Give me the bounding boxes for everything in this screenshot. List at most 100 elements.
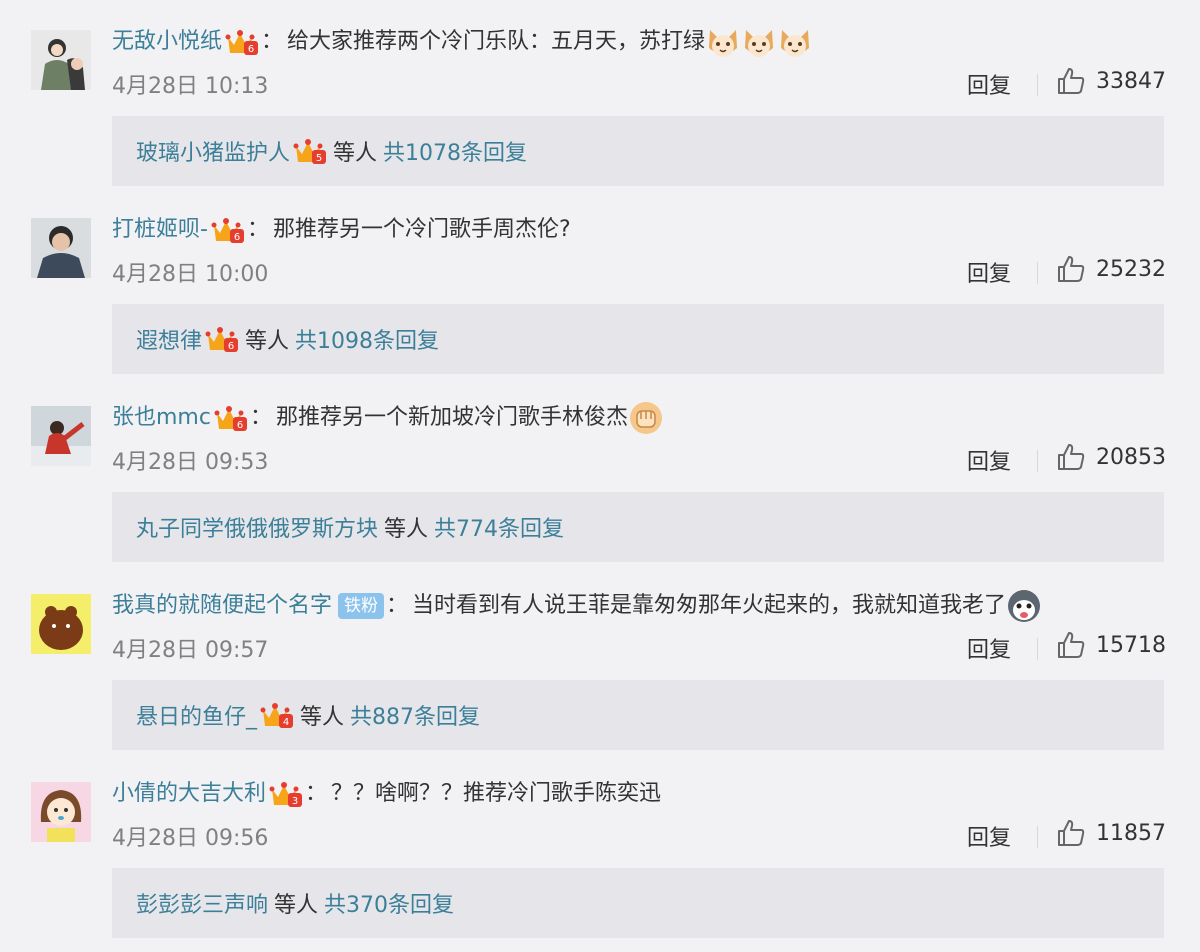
replies-summary[interactable]: 彭彭彭三声响 等人 共370条回复 xyxy=(112,868,1164,938)
divider xyxy=(1037,74,1038,96)
svg-text:6: 6 xyxy=(237,420,243,431)
avatar[interactable] xyxy=(31,406,91,466)
divider xyxy=(1037,638,1038,660)
avatar[interactable] xyxy=(31,782,91,842)
comment-item: 张也mmc 6 ： 那推荐另一个新加坡冷门歌手林俊杰 4月28日 09:53 回… xyxy=(0,376,1200,564)
vip-crown-icon: 5 xyxy=(293,136,327,166)
like-button[interactable]: 25232 xyxy=(1056,254,1166,284)
timestamp: 4月28日 09:57 xyxy=(112,638,269,663)
comment-text: 那推荐另一个新加坡冷门歌手林俊杰 xyxy=(275,405,628,430)
fan-badge: 铁粉 xyxy=(338,593,385,619)
avatar[interactable] xyxy=(31,594,91,654)
reply-button[interactable]: 回复 xyxy=(967,68,1011,100)
timestamp: 4月28日 10:00 xyxy=(112,262,269,287)
vip-crown-icon: 6 xyxy=(205,324,239,354)
username-link[interactable]: 张也mmc xyxy=(112,400,211,436)
reply-button[interactable]: 回复 xyxy=(967,632,1011,664)
reply-button[interactable]: 回复 xyxy=(967,444,1011,476)
others-label: 等人 xyxy=(300,705,345,730)
reply-username-link[interactable]: 丸子同学俄俄俄罗斯方块 xyxy=(136,511,378,543)
comment-text: 给大家推荐两个冷门乐队：五月天，苏打绿 xyxy=(287,29,706,54)
thumbs-up-icon xyxy=(1056,254,1086,284)
timestamp: 4月28日 10:13 xyxy=(112,74,269,99)
svg-text:3: 3 xyxy=(292,796,298,807)
vip-crown-icon: 3 xyxy=(269,779,303,809)
like-count: 20853 xyxy=(1096,444,1166,470)
husky-emoji-icon xyxy=(1006,588,1042,624)
svg-text:6: 6 xyxy=(228,341,234,352)
comment-text: 当时看到有人说王菲是靠匆匆那年火起来的，我就知道我老了 xyxy=(412,593,1007,618)
colon: ： xyxy=(261,29,284,54)
comment-line: 张也mmc 6 ： 那推荐另一个新加坡冷门歌手林俊杰 xyxy=(112,400,664,436)
others-label: 等人 xyxy=(274,893,319,918)
timestamp: 4月28日 09:53 xyxy=(112,450,269,475)
others-label: 等人 xyxy=(245,329,290,354)
comment-text: 那推荐另一个冷门歌手周杰伦? xyxy=(272,217,571,242)
comment-line: 小倩的大吉大利 3 ： ？？啥啊？？推荐冷门歌手陈奕迅 xyxy=(112,776,661,812)
comment-item: 小倩的大吉大利 3 ： ？？啥啊？？推荐冷门歌手陈奕迅 4月28日 09:56 … xyxy=(0,752,1200,940)
reply-username-link[interactable]: 彭彭彭三声响 xyxy=(136,887,268,919)
colon: ： xyxy=(386,593,409,618)
reply-count-link[interactable]: 共1078条回复 xyxy=(383,135,527,167)
thumbs-up-icon xyxy=(1056,630,1086,660)
vip-crown-icon: 6 xyxy=(214,403,248,433)
reply-username-link[interactable]: 玻璃小猪监护人 xyxy=(136,135,290,167)
like-button[interactable]: 33847 xyxy=(1056,66,1166,96)
username-link[interactable]: 无敌小悦纸 xyxy=(112,24,222,60)
thumbs-up-icon xyxy=(1056,66,1086,96)
others-label: 等人 xyxy=(333,141,378,166)
avatar[interactable] xyxy=(31,218,91,278)
comment-item: 我真的就随便起个名字 铁粉 ： 当时看到有人说王菲是靠匆匆那年火起来的，我就知道… xyxy=(0,564,1200,752)
replies-summary[interactable]: 丸子同学俄俄俄罗斯方块 等人 共774条回复 xyxy=(112,492,1164,562)
cat-emoji-icon xyxy=(777,24,813,60)
thumbs-up-icon xyxy=(1056,442,1086,472)
reply-username-link[interactable]: 遐想律 xyxy=(136,323,202,355)
like-count: 15718 xyxy=(1096,632,1166,658)
like-count: 33847 xyxy=(1096,68,1166,94)
like-button[interactable]: 15718 xyxy=(1056,630,1166,660)
vip-crown-icon: 6 xyxy=(225,27,259,57)
comment-line: 无敌小悦纸 6 ： 给大家推荐两个冷门乐队：五月天，苏打绿 xyxy=(112,24,813,60)
reply-count-link[interactable]: 共774条回复 xyxy=(434,511,564,543)
reply-count-link[interactable]: 共370条回复 xyxy=(324,887,454,919)
comment-item: 无敌小悦纸 6 ： 给大家推荐两个冷门乐队：五月天，苏打绿 4月28日 10:1… xyxy=(0,0,1200,188)
comment-item: 打桩姬呗- 6 ： 那推荐另一个冷门歌手周杰伦? 4月28日 10:00 回复 … xyxy=(0,188,1200,376)
divider xyxy=(1037,262,1038,284)
like-button[interactable]: 11857 xyxy=(1056,818,1166,848)
avatar[interactable] xyxy=(31,30,91,90)
like-count: 11857 xyxy=(1096,820,1166,846)
divider xyxy=(1037,450,1038,472)
comment-text: ？？啥啊？？推荐冷门歌手陈奕迅 xyxy=(331,781,662,806)
thumbs-up-icon xyxy=(1056,818,1086,848)
reply-count-link[interactable]: 共1098条回复 xyxy=(295,323,439,355)
svg-text:4: 4 xyxy=(283,717,289,728)
fist-emoji-icon xyxy=(628,400,664,436)
username-link[interactable]: 小倩的大吉大利 xyxy=(112,776,266,812)
username-link[interactable]: 我真的就随便起个名字 xyxy=(112,588,332,624)
timestamp: 4月28日 09:56 xyxy=(112,826,269,851)
reply-button[interactable]: 回复 xyxy=(967,820,1011,852)
svg-text:6: 6 xyxy=(234,232,240,243)
divider xyxy=(1037,826,1038,848)
svg-text:5: 5 xyxy=(316,153,322,164)
vip-crown-icon: 6 xyxy=(211,215,245,245)
cat-emoji-icon xyxy=(741,24,777,60)
comment-line: 我真的就随便起个名字 铁粉 ： 当时看到有人说王菲是靠匆匆那年火起来的，我就知道… xyxy=(112,588,1042,624)
comment-line: 打桩姬呗- 6 ： 那推荐另一个冷门歌手周杰伦? xyxy=(112,212,571,248)
username-link[interactable]: 打桩姬呗- xyxy=(112,212,208,248)
vip-crown-icon: 4 xyxy=(260,700,294,730)
svg-text:6: 6 xyxy=(248,44,254,55)
replies-summary[interactable]: 遐想律 6 等人 共1098条回复 xyxy=(112,304,1164,374)
reply-button[interactable]: 回复 xyxy=(967,256,1011,288)
replies-summary[interactable]: 玻璃小猪监护人 5 等人 共1078条回复 xyxy=(112,116,1164,186)
reply-username-link[interactable]: 悬日的鱼仔_ xyxy=(136,699,257,731)
replies-summary[interactable]: 悬日的鱼仔_ 4 等人 共887条回复 xyxy=(112,680,1164,750)
cat-emoji-icon xyxy=(705,24,741,60)
colon: ： xyxy=(246,217,269,242)
like-button[interactable]: 20853 xyxy=(1056,442,1166,472)
colon: ： xyxy=(249,405,272,430)
reply-count-link[interactable]: 共887条回复 xyxy=(350,699,480,731)
like-count: 25232 xyxy=(1096,256,1166,282)
colon: ： xyxy=(305,781,328,806)
others-label: 等人 xyxy=(384,517,429,542)
